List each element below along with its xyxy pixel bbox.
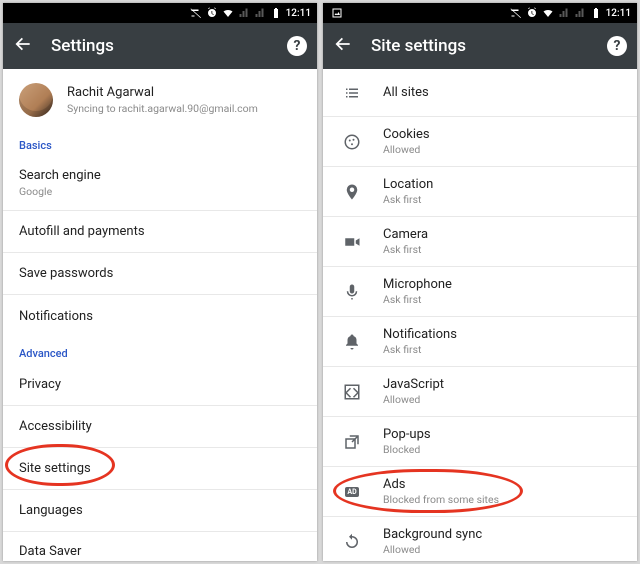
notifications-row[interactable]: Notifications xyxy=(3,295,317,337)
microphone-row[interactable]: Microphone Ask first xyxy=(323,267,637,317)
help-icon[interactable]: ? xyxy=(607,36,627,56)
camera-row[interactable]: Camera Ask first xyxy=(323,217,637,267)
cookie-icon xyxy=(341,133,363,151)
settings-list: Rachit Agarwal Syncing to rachit.agarwal… xyxy=(3,69,317,561)
privacy-row[interactable]: Privacy xyxy=(3,364,317,406)
status-time: 12:11 xyxy=(606,8,631,19)
no-cast-icon xyxy=(190,7,202,19)
search-engine-row[interactable]: Search engine Google xyxy=(3,156,317,211)
app-bar: Site settings ? xyxy=(323,23,637,69)
popups-row[interactable]: Pop-ups Blocked xyxy=(323,417,637,467)
battery-icon xyxy=(590,7,602,19)
phone-right: 12:11 Site settings ? All sites Cookies … xyxy=(323,3,637,561)
javascript-icon xyxy=(341,383,363,401)
javascript-row[interactable]: JavaScript Allowed xyxy=(323,367,637,417)
camera-icon xyxy=(341,233,363,251)
account-name: Rachit Agarwal xyxy=(67,85,258,100)
account-row[interactable]: Rachit Agarwal Syncing to rachit.agarwal… xyxy=(3,69,317,129)
accessibility-row[interactable]: Accessibility xyxy=(3,406,317,448)
help-icon[interactable]: ? xyxy=(287,36,307,56)
alarm-icon xyxy=(206,7,218,19)
wifi-icon xyxy=(222,7,234,19)
no-cast-icon xyxy=(510,7,522,19)
languages-row[interactable]: Languages xyxy=(3,490,317,532)
ads-icon: AD xyxy=(341,487,363,497)
status-time: 12:11 xyxy=(286,8,311,19)
save-passwords-row[interactable]: Save passwords xyxy=(3,253,317,295)
avatar xyxy=(19,83,53,117)
alarm-icon xyxy=(526,7,538,19)
signal-icon xyxy=(254,7,266,19)
status-bar: 12:11 xyxy=(3,3,317,23)
section-advanced: Advanced xyxy=(3,337,317,364)
list-icon xyxy=(341,84,363,102)
app-bar: Settings ? xyxy=(3,23,317,69)
signal-icon xyxy=(558,7,570,19)
phone-left: 12:11 Settings ? Rachit Agarwal Syncing … xyxy=(3,3,317,561)
bell-icon xyxy=(341,333,363,351)
background-sync-row[interactable]: Background sync Allowed xyxy=(323,517,637,561)
signal-icon xyxy=(574,7,586,19)
status-bar: 12:11 xyxy=(323,3,637,23)
autofill-row[interactable]: Autofill and payments xyxy=(3,211,317,253)
back-icon[interactable] xyxy=(333,34,353,58)
notifications-row[interactable]: Notifications Ask first xyxy=(323,317,637,367)
location-row[interactable]: Location Ask first xyxy=(323,167,637,217)
all-sites-row[interactable]: All sites xyxy=(323,69,637,117)
wifi-icon xyxy=(542,7,554,19)
appbar-title: Settings xyxy=(51,36,269,56)
section-basics: Basics xyxy=(3,129,317,156)
ads-row[interactable]: AD Ads Blocked from some sites xyxy=(323,467,637,517)
signal-icon xyxy=(238,7,250,19)
back-icon[interactable] xyxy=(13,34,33,58)
sync-icon xyxy=(341,533,363,551)
data-saver-row[interactable]: Data Saver 1% data savings xyxy=(3,532,317,561)
appbar-title: Site settings xyxy=(371,36,589,56)
cookies-row[interactable]: Cookies Allowed xyxy=(323,117,637,167)
account-sync: Syncing to rachit.agarwal.90@gmail.com xyxy=(67,102,258,115)
site-settings-row[interactable]: Site settings xyxy=(3,448,317,490)
location-icon xyxy=(341,183,363,201)
popup-icon xyxy=(341,433,363,451)
battery-icon xyxy=(270,7,282,19)
screenshot-icon xyxy=(331,7,343,19)
site-settings-list: All sites Cookies Allowed Location Ask f… xyxy=(323,69,637,561)
microphone-icon xyxy=(341,283,363,301)
